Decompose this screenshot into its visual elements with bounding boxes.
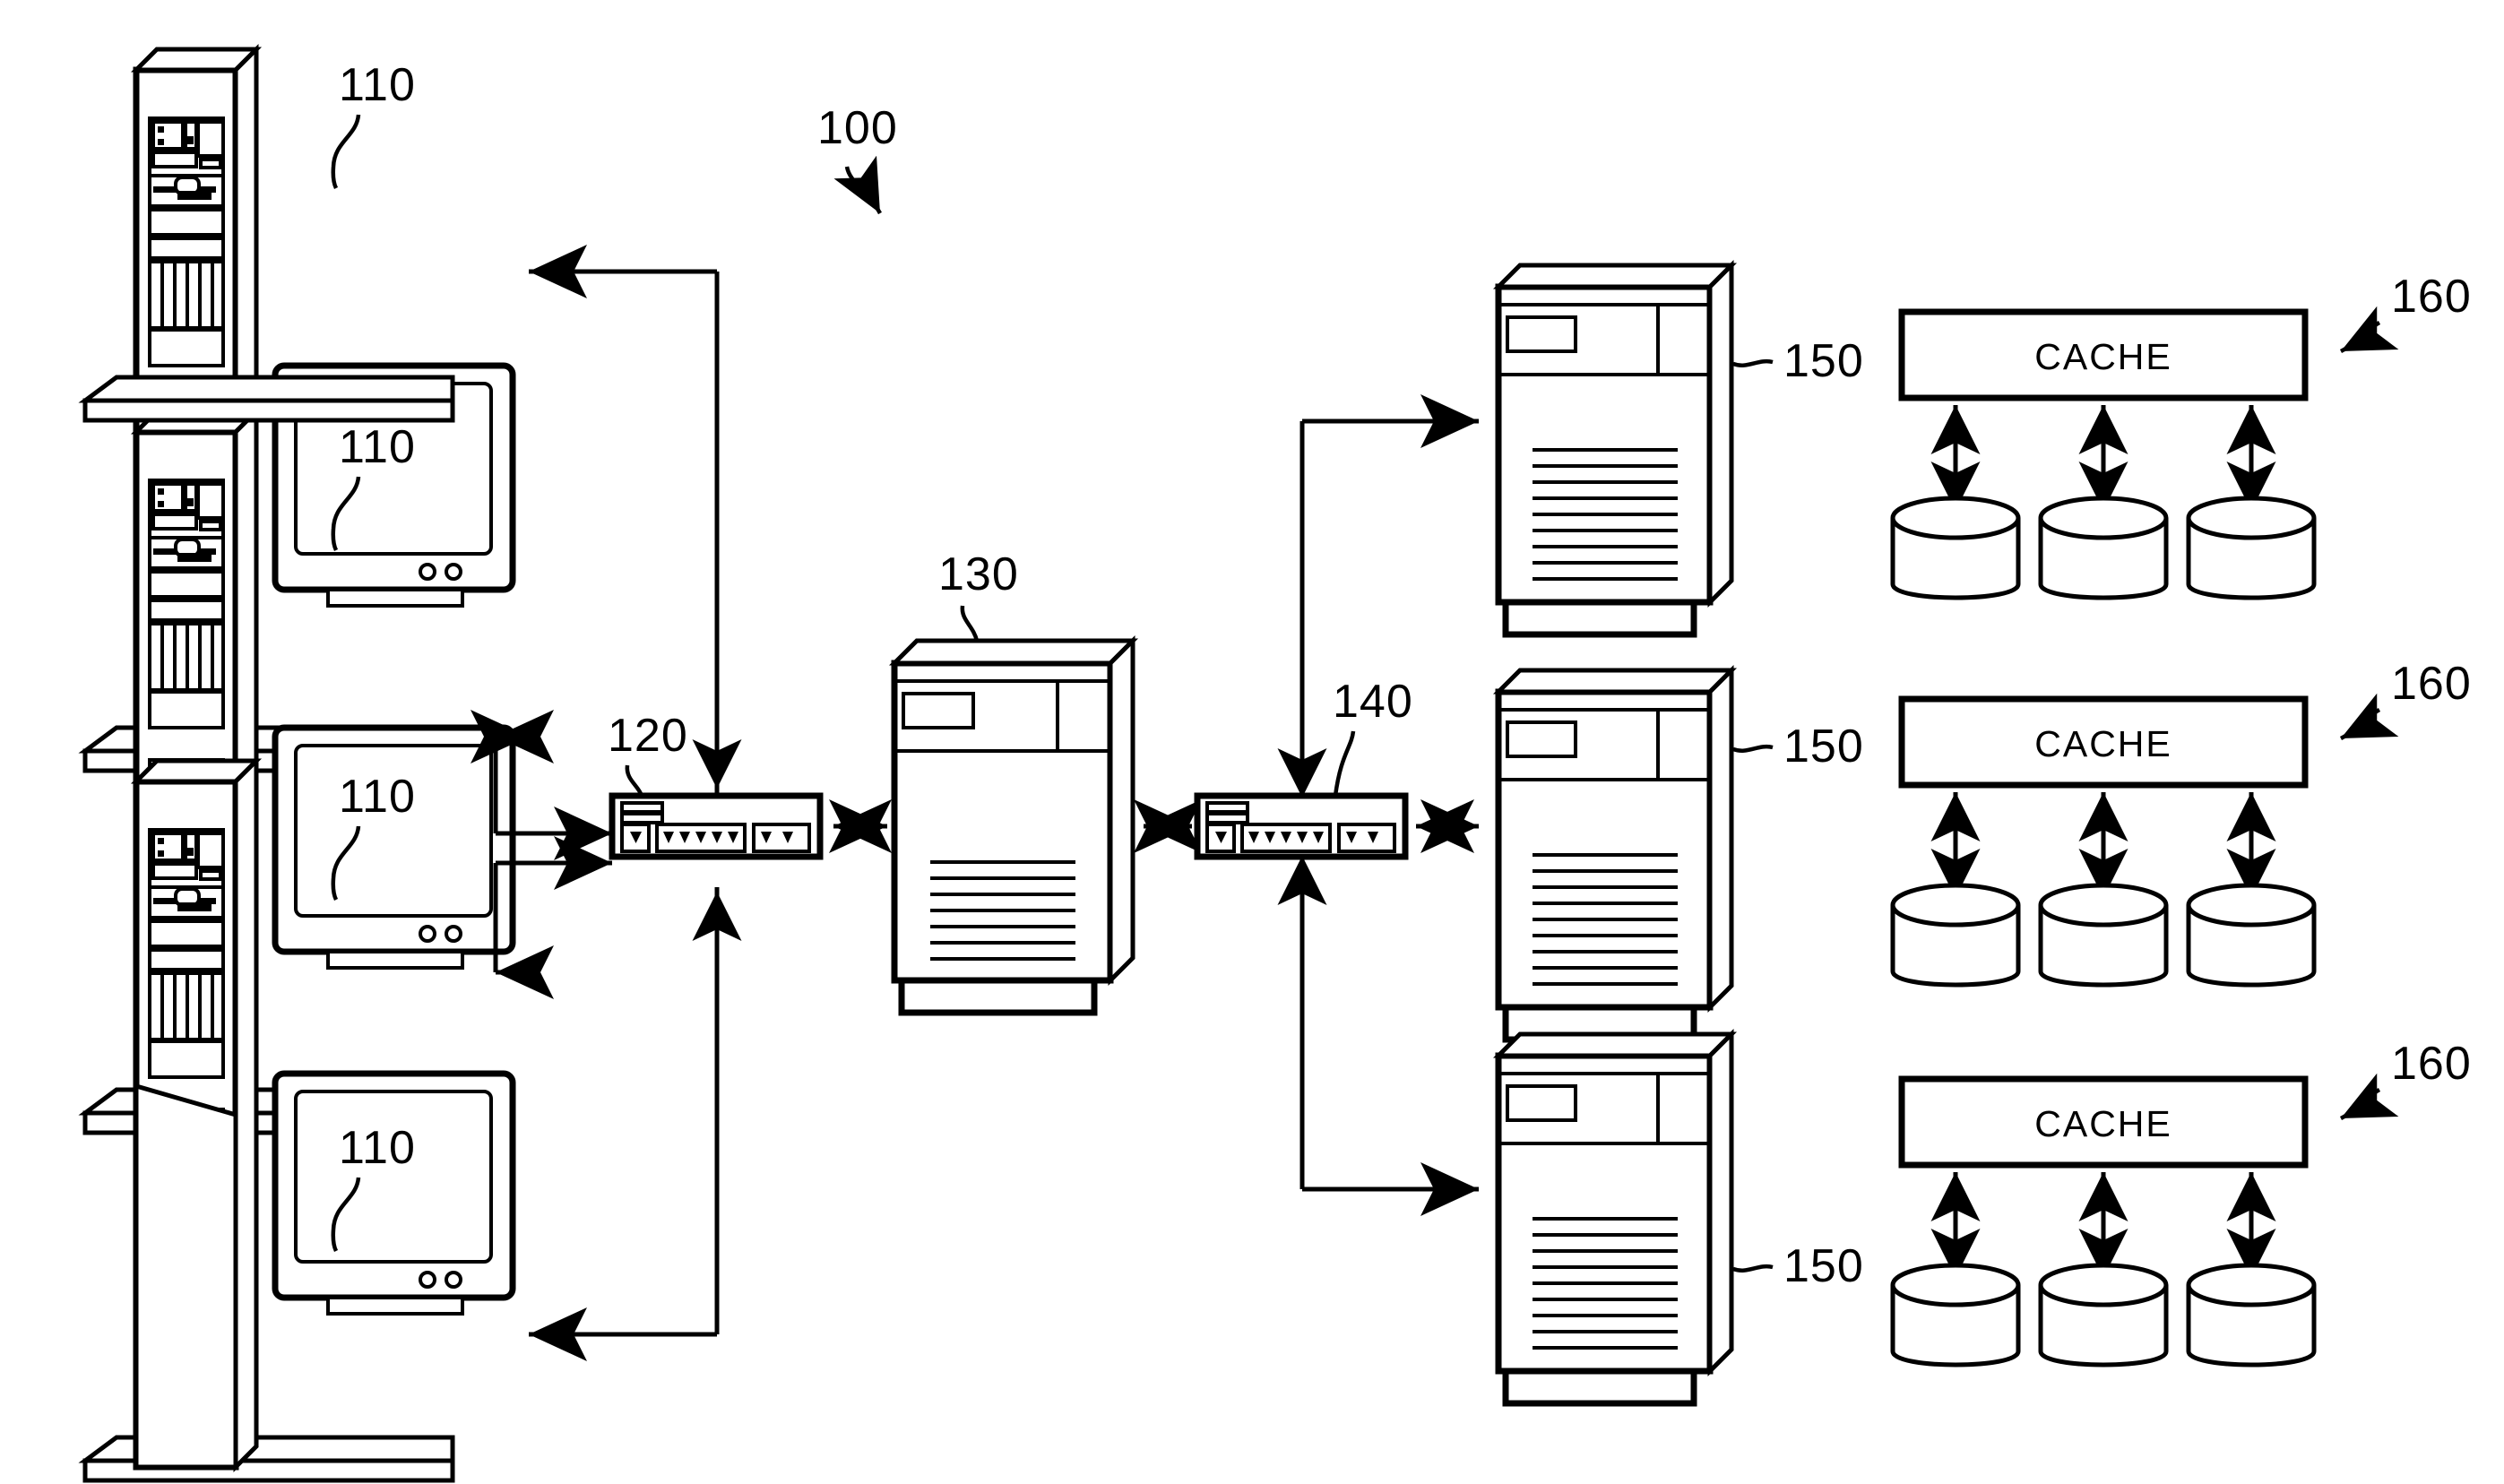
leader-line-160-3 <box>2339 1073 2399 1121</box>
network-architecture-diagram: 110 110 110 110 120 130 140 150 150 150 … <box>78 43 2472 1483</box>
label-160-storage-1: 160 <box>2391 271 2472 323</box>
label-150-server-2: 150 <box>1783 720 1864 772</box>
leader-line-130 <box>960 605 980 642</box>
disk-cylinder <box>1890 496 2021 600</box>
disk-cylinder <box>2038 883 2169 988</box>
cache-label-3: CACHE <box>2034 1103 2172 1144</box>
figure-canvas: 110 110 110 110 120 130 140 150 150 150 … <box>0 0 2504 1484</box>
leader-line-110-1 <box>331 114 361 190</box>
disk-cylinder <box>2186 883 2317 988</box>
disk-cylinder <box>1890 883 2021 988</box>
tower-computer <box>134 1083 238 1470</box>
cache-label-1: CACHE <box>2034 336 2172 377</box>
label-110-workstation-1: 110 <box>339 59 416 111</box>
client-side-switch[interactable]: 120 <box>608 710 824 860</box>
label-130-server: 130 <box>938 548 1019 600</box>
label-110-workstation-4: 110 <box>339 1122 416 1174</box>
leader-line-120 <box>625 764 644 797</box>
storage-subsystem-1[interactable]: CACHE 160 <box>1890 271 2472 600</box>
label-100-system: 100 <box>817 102 898 154</box>
leader-line-150-2 <box>1732 744 1774 753</box>
disk-cylinder <box>2186 496 2317 600</box>
cache-label-2: CACHE <box>2034 723 2172 764</box>
label-110-workstation-2: 110 <box>339 421 416 473</box>
leader-line-160-2 <box>2339 693 2399 741</box>
label-160-storage-2: 160 <box>2391 658 2472 710</box>
disk-cylinder <box>2038 496 2169 600</box>
leader-line-140 <box>1333 730 1356 797</box>
label-140-switch: 140 <box>1333 676 1413 728</box>
label-110-workstation-3: 110 <box>339 771 416 823</box>
server-side-switch[interactable]: 140 <box>1194 676 1413 860</box>
leader-line-100 <box>833 155 882 215</box>
leader-line-150-3 <box>1732 1264 1774 1273</box>
storage-subsystem-2[interactable]: CACHE 160 <box>1890 658 2472 988</box>
disk-cylinder <box>1890 1263 2021 1368</box>
label-150-server-1: 150 <box>1783 335 1864 387</box>
crt-monitor <box>272 724 516 970</box>
leader-line-150-1 <box>1732 358 1774 367</box>
label-150-server-3: 150 <box>1783 1240 1864 1292</box>
crt-monitor <box>272 1070 516 1316</box>
disk-cylinder <box>2186 1263 2317 1368</box>
leader-line-160-1 <box>2339 306 2399 354</box>
disk-cylinder <box>2038 1263 2169 1368</box>
label-160-storage-3: 160 <box>2391 1038 2472 1090</box>
application-server[interactable]: 130 <box>888 548 1139 1016</box>
figure-reference-100: 100 <box>817 102 898 215</box>
workstation-base <box>78 375 455 423</box>
label-120-switch: 120 <box>608 710 688 762</box>
storage-subsystem-3[interactable]: CACHE 160 <box>1890 1038 2472 1368</box>
database-server-1[interactable]: 150 <box>1492 259 1864 638</box>
database-server-2[interactable]: 150 <box>1492 664 1864 1043</box>
database-server-3[interactable]: 150 <box>1492 1028 1864 1407</box>
